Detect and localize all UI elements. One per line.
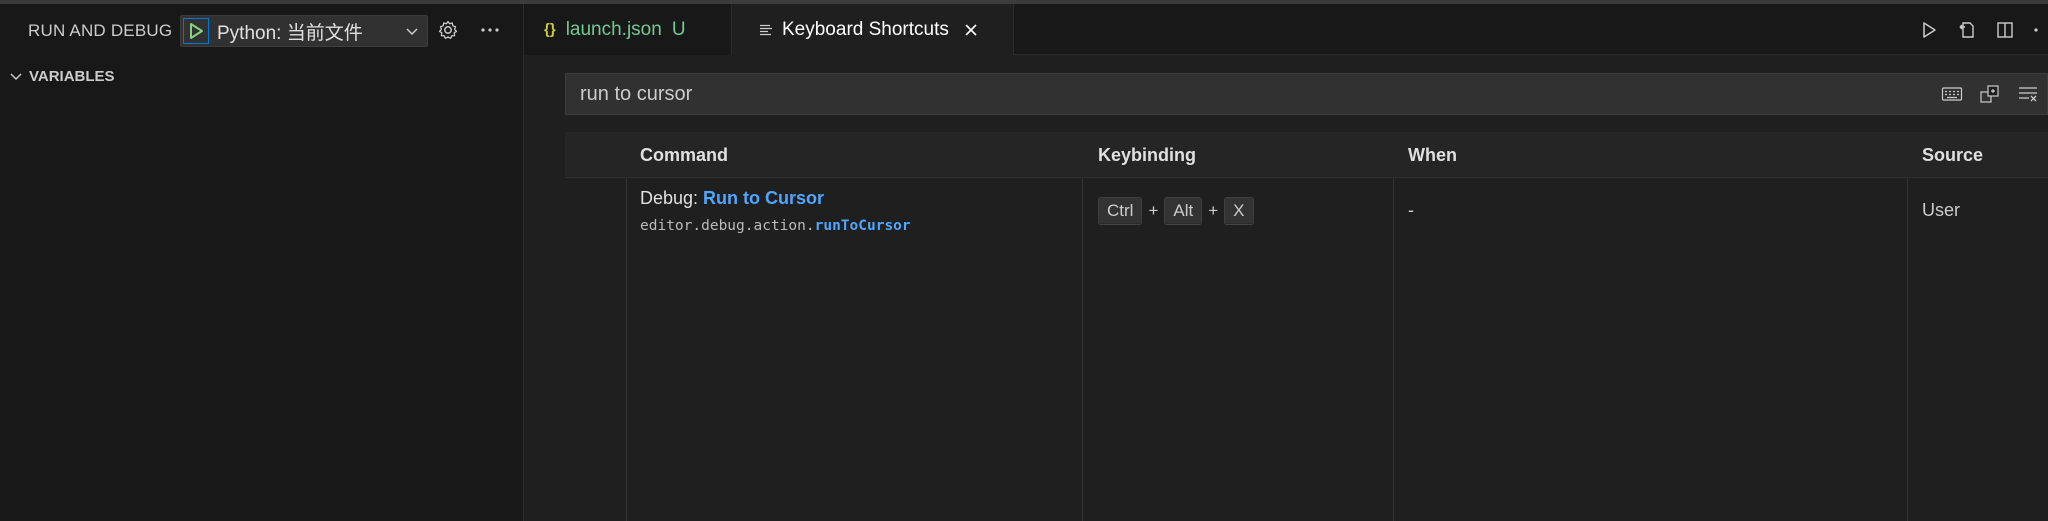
chevron-down-icon: [10, 73, 22, 81]
debug-config-name: Python: 当前文件: [217, 22, 363, 44]
json-braces-icon: {}: [544, 21, 556, 38]
command-title: Debug: Run to Cursor: [640, 188, 824, 209]
when-value: -: [1408, 200, 1414, 220]
run-debug-sidebar: RUN AND DEBUG Python: 当前文件 VARIABLES: [0, 4, 524, 521]
key-x: X: [1224, 197, 1254, 225]
sidebar-header: RUN AND DEBUG Python: 当前文件: [0, 4, 524, 54]
record-keys-icon[interactable]: [1933, 80, 1971, 108]
command-id: editor.debug.action.runToCursor: [640, 218, 911, 234]
key-ctrl: Ctrl: [1098, 197, 1143, 225]
search-actions: [1933, 74, 2047, 114]
split-editor-icon[interactable]: [1986, 16, 2024, 44]
keybinding-value: Ctrl + Alt + X: [1098, 197, 1254, 225]
command-title-match: Run to Cursor: [703, 188, 825, 208]
keyboard-shortcuts-editor: Command Keybinding When Source Debug: Ru…: [524, 56, 2048, 521]
search-input[interactable]: [580, 74, 1880, 114]
play-icon: [190, 23, 203, 39]
tab-label: launch.json: [565, 18, 662, 40]
keybindings-search-box[interactable]: [565, 73, 2048, 115]
column-header-command[interactable]: Command: [640, 132, 728, 178]
keybindings-table: Command Keybinding When Source Debug: Ru…: [565, 132, 2048, 521]
column-divider: [1393, 178, 1394, 521]
debug-config-select[interactable]: Python: 当前文件: [180, 15, 428, 47]
run-icon[interactable]: [1910, 16, 1948, 44]
clear-search-icon[interactable]: [2009, 80, 2047, 108]
column-header-keybinding[interactable]: Keybinding: [1098, 132, 1196, 178]
key-alt: Alt: [1164, 197, 1203, 225]
sort-by-precedence-icon[interactable]: [1971, 80, 2009, 108]
column-header-when[interactable]: When: [1408, 132, 1457, 178]
tab-launch-json[interactable]: {} launch.json U: [524, 4, 732, 55]
more-actions-icon[interactable]: [2024, 16, 2048, 44]
tab-keyboard-shortcuts[interactable]: Keyboard Shortcuts: [732, 4, 1014, 55]
gear-icon[interactable]: [436, 18, 460, 42]
more-actions-icon[interactable]: [478, 18, 502, 42]
table-header: Command Keybinding When Source: [565, 132, 2048, 178]
column-divider: [1082, 178, 1083, 521]
close-icon[interactable]: [961, 20, 981, 40]
untracked-badge: U: [671, 18, 686, 40]
sidebar-title: RUN AND DEBUG: [28, 21, 173, 40]
command-id-match: runToCursor: [814, 218, 911, 234]
key-separator: +: [1148, 201, 1159, 220]
start-debugging-button[interactable]: [183, 18, 209, 44]
source-value: User: [1922, 200, 1961, 220]
variables-section-header[interactable]: VARIABLES: [0, 58, 524, 94]
keyboard-shortcuts-icon: [760, 24, 772, 35]
column-divider: [626, 178, 627, 521]
chevron-down-icon[interactable]: [397, 23, 427, 39]
column-header-source[interactable]: Source: [1922, 132, 1983, 178]
tab-label: Keyboard Shortcuts: [782, 18, 949, 40]
command-id-prefix: editor.debug.action.: [640, 218, 815, 234]
column-divider: [1907, 178, 1908, 521]
key-separator: +: [1208, 201, 1219, 220]
editor-actions: [1910, 4, 2048, 55]
variables-label: VARIABLES: [29, 67, 115, 85]
editor-tab-bar: {} launch.json U Keyboard Shortcuts: [524, 4, 2048, 55]
open-keybindings-json-icon[interactable]: [1948, 16, 1986, 44]
command-title-prefix: Debug:: [640, 188, 704, 208]
